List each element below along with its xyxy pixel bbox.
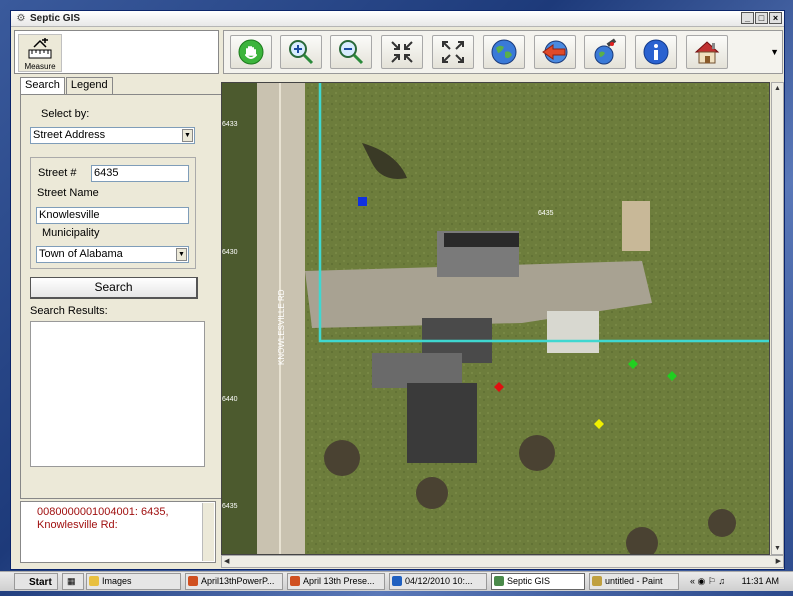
municipality-label: Municipality [42, 227, 100, 239]
task-septic-gis[interactable]: Septic GIS [491, 573, 585, 590]
blue-marker[interactable] [358, 197, 367, 206]
tab-search[interactable]: Search [20, 77, 65, 94]
house-wing [372, 353, 462, 388]
toolbar-overflow-icon[interactable]: ▼ [770, 47, 779, 57]
zoom-in-button[interactable] [280, 35, 322, 69]
gis-app-icon [494, 576, 504, 586]
zoom-out-icon [339, 40, 364, 65]
scroll-right-icon[interactable]: ▶ [776, 557, 781, 565]
satellite-icon [594, 38, 617, 65]
quick-launch-icon[interactable]: ▦ [62, 573, 84, 590]
powerpoint-icon [290, 576, 300, 586]
globe-icon [491, 39, 517, 65]
start-label: Start [29, 577, 52, 588]
tray-icons[interactable]: « ◉ ⚐ ♫ [690, 576, 725, 587]
measure-panel: Measure [14, 30, 219, 74]
task-powerpoint-1[interactable]: April13thPowerP... [185, 573, 283, 590]
panel-tabs: Search Legend [20, 77, 114, 94]
search-results-label: Search Results: [30, 305, 108, 317]
scroll-down-icon[interactable]: ▼ [774, 545, 781, 552]
app-window: ⚙ Septic GIS _ □ × Measure ▼ Search Lege… [10, 10, 785, 570]
taskbar: Start ▦ Images April13thPowerP... April … [0, 571, 793, 591]
select-by-dropdown[interactable]: Street Address ▼ [30, 127, 195, 144]
tree [416, 477, 448, 509]
app-icon: ⚙ [16, 12, 26, 24]
search-results-list[interactable] [30, 321, 205, 467]
garage-roof [444, 233, 519, 247]
window-title: Septic GIS [30, 13, 81, 24]
powerpoint-icon [188, 576, 198, 586]
task-powerpoint-2[interactable]: April 13th Prese... [287, 573, 385, 590]
pan-tool-button[interactable] [230, 35, 272, 69]
selected-result-text[interactable]: 0080000001004001: 6435, Knowlesville Rd: [20, 501, 216, 563]
title-bar: ⚙ Septic GIS _ □ × [11, 11, 784, 27]
info-icon [643, 39, 669, 65]
map-vertical-scrollbar[interactable]: ▲ ▼ [771, 82, 784, 555]
road-label: KNOWLESVILLE RD [277, 289, 286, 365]
measure-button[interactable]: Measure [18, 34, 62, 72]
select-by-label: Select by: [41, 108, 90, 120]
result-scrollbar[interactable] [202, 503, 214, 561]
back-extent-icon [542, 40, 568, 64]
full-extent-icon [442, 41, 464, 63]
tree [708, 509, 736, 537]
zoom-extent-in-button[interactable] [381, 35, 423, 69]
tree [324, 440, 360, 476]
paint-icon [592, 576, 602, 586]
maximize-button[interactable]: □ [755, 12, 768, 24]
parcel-label: 6433 [222, 121, 238, 128]
browser-icon [392, 576, 402, 586]
scroll-up-icon[interactable]: ▲ [774, 85, 781, 92]
aerial-map[interactable]: 6433 6435 6430 6440 6435 KNOWLESVILLE RD [222, 83, 770, 555]
street-name-input[interactable]: Knowlesville [36, 207, 189, 224]
previous-extent-button[interactable] [534, 35, 576, 69]
shed-building [547, 311, 599, 353]
home-button[interactable] [686, 35, 728, 69]
house-main-roof [407, 383, 477, 463]
task-images[interactable]: Images [86, 573, 181, 590]
house-icon [694, 41, 720, 64]
task-browser[interactable]: 04/12/2010 10:... [389, 573, 487, 590]
satellite-button[interactable] [584, 35, 626, 69]
result-text: 0080000001004001: 6435, Knowlesville Rd: [37, 506, 169, 531]
zoom-out-button[interactable] [330, 35, 372, 69]
map-horizontal-scrollbar[interactable]: ◀ ▶ [221, 555, 784, 568]
street-name-label: Street Name [37, 187, 99, 199]
tab-legend[interactable]: Legend [65, 77, 113, 94]
street-number-label: Street # [38, 167, 77, 179]
street-number-input[interactable]: 6435 [91, 165, 189, 182]
parcel-label: 6435 [222, 503, 238, 510]
full-extent-button[interactable] [432, 35, 474, 69]
search-panel: Select by: Street Address ▼ Street # 643… [20, 94, 227, 499]
measure-label: Measure [24, 62, 56, 71]
zoom-extent-in-icon [391, 41, 413, 63]
minimize-button[interactable]: _ [741, 12, 754, 24]
task-paint[interactable]: untitled - Paint [589, 573, 679, 590]
pan-icon [238, 39, 264, 65]
info-button[interactable] [635, 35, 677, 69]
tree [519, 435, 555, 471]
chevron-down-icon[interactable]: ▼ [176, 248, 187, 261]
parcel-label: 6435 [538, 210, 554, 217]
search-button[interactable]: Search [30, 277, 198, 299]
globe-button[interactable] [483, 35, 525, 69]
small-structure [622, 201, 650, 251]
scroll-left-icon[interactable]: ◀ [224, 557, 229, 565]
measure-icon [28, 38, 52, 59]
map-view[interactable]: 6433 6435 6430 6440 6435 KNOWLESVILLE RD [221, 82, 770, 555]
close-button[interactable]: × [769, 12, 782, 24]
west-field [222, 83, 257, 554]
chevron-down-icon[interactable]: ▼ [182, 129, 193, 142]
municipality-value: Town of Alabama [39, 248, 123, 260]
folder-icon [89, 576, 99, 586]
parcel-label: 6440 [222, 396, 238, 403]
system-clock: 11:31 AM [741, 576, 779, 586]
municipality-dropdown[interactable]: Town of Alabama ▼ [36, 246, 189, 263]
zoom-in-icon [289, 40, 314, 65]
start-button[interactable]: Start [14, 573, 58, 590]
map-toolbar: ▼ [223, 30, 783, 74]
parcel-label: 6430 [222, 249, 238, 256]
select-by-value: Street Address [33, 129, 106, 141]
